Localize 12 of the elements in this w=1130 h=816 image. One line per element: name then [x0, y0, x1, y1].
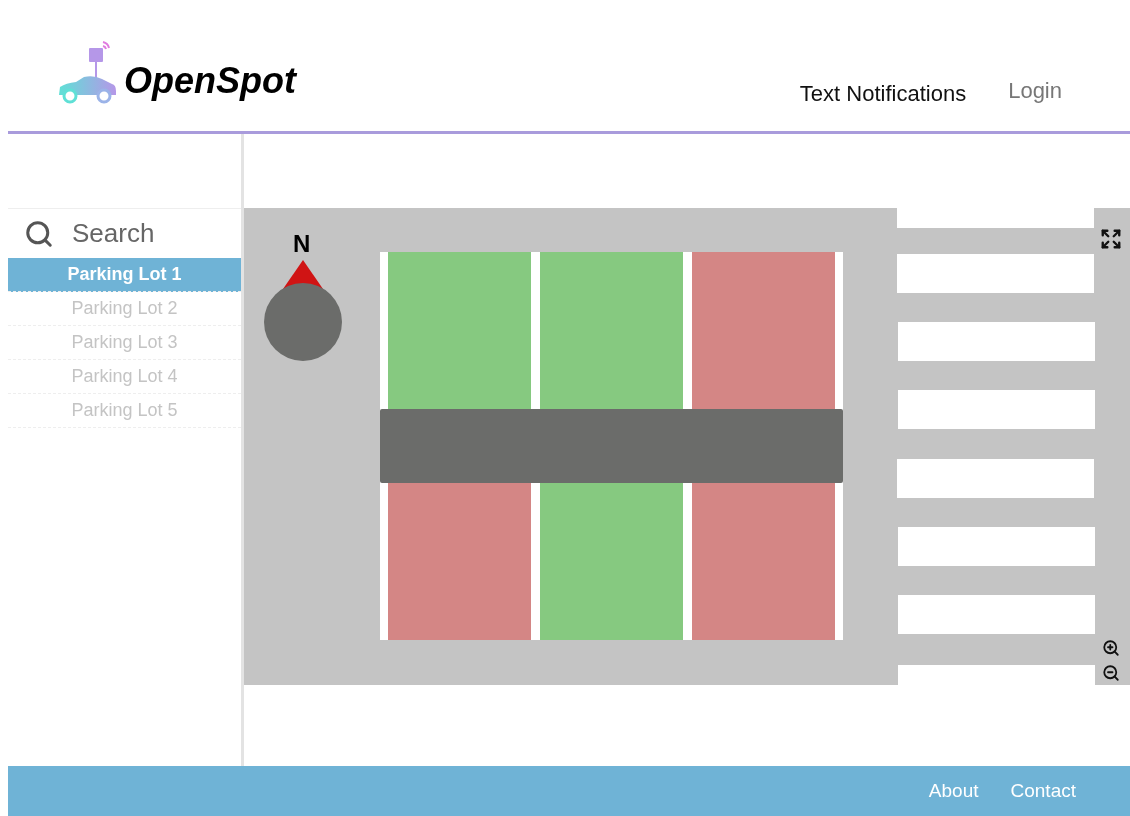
footer-link[interactable]: About	[928, 780, 979, 802]
zoom-in-button[interactable]	[1102, 639, 1120, 657]
nav-link[interactable]: Login	[1008, 78, 1062, 104]
footer-link[interactable]: Contact	[1010, 780, 1076, 802]
nav-link[interactable]: Text Notifications	[799, 81, 967, 107]
brand-name: OpenSpot	[124, 63, 296, 99]
parking-lot-item[interactable]: Parking Lot 1	[8, 258, 241, 292]
zoom-out-button[interactable]	[1102, 664, 1120, 682]
search-icon	[24, 218, 54, 249]
compass-label: N	[293, 232, 311, 256]
compass-icon	[264, 260, 342, 361]
fullscreen-button[interactable]	[1100, 228, 1122, 250]
